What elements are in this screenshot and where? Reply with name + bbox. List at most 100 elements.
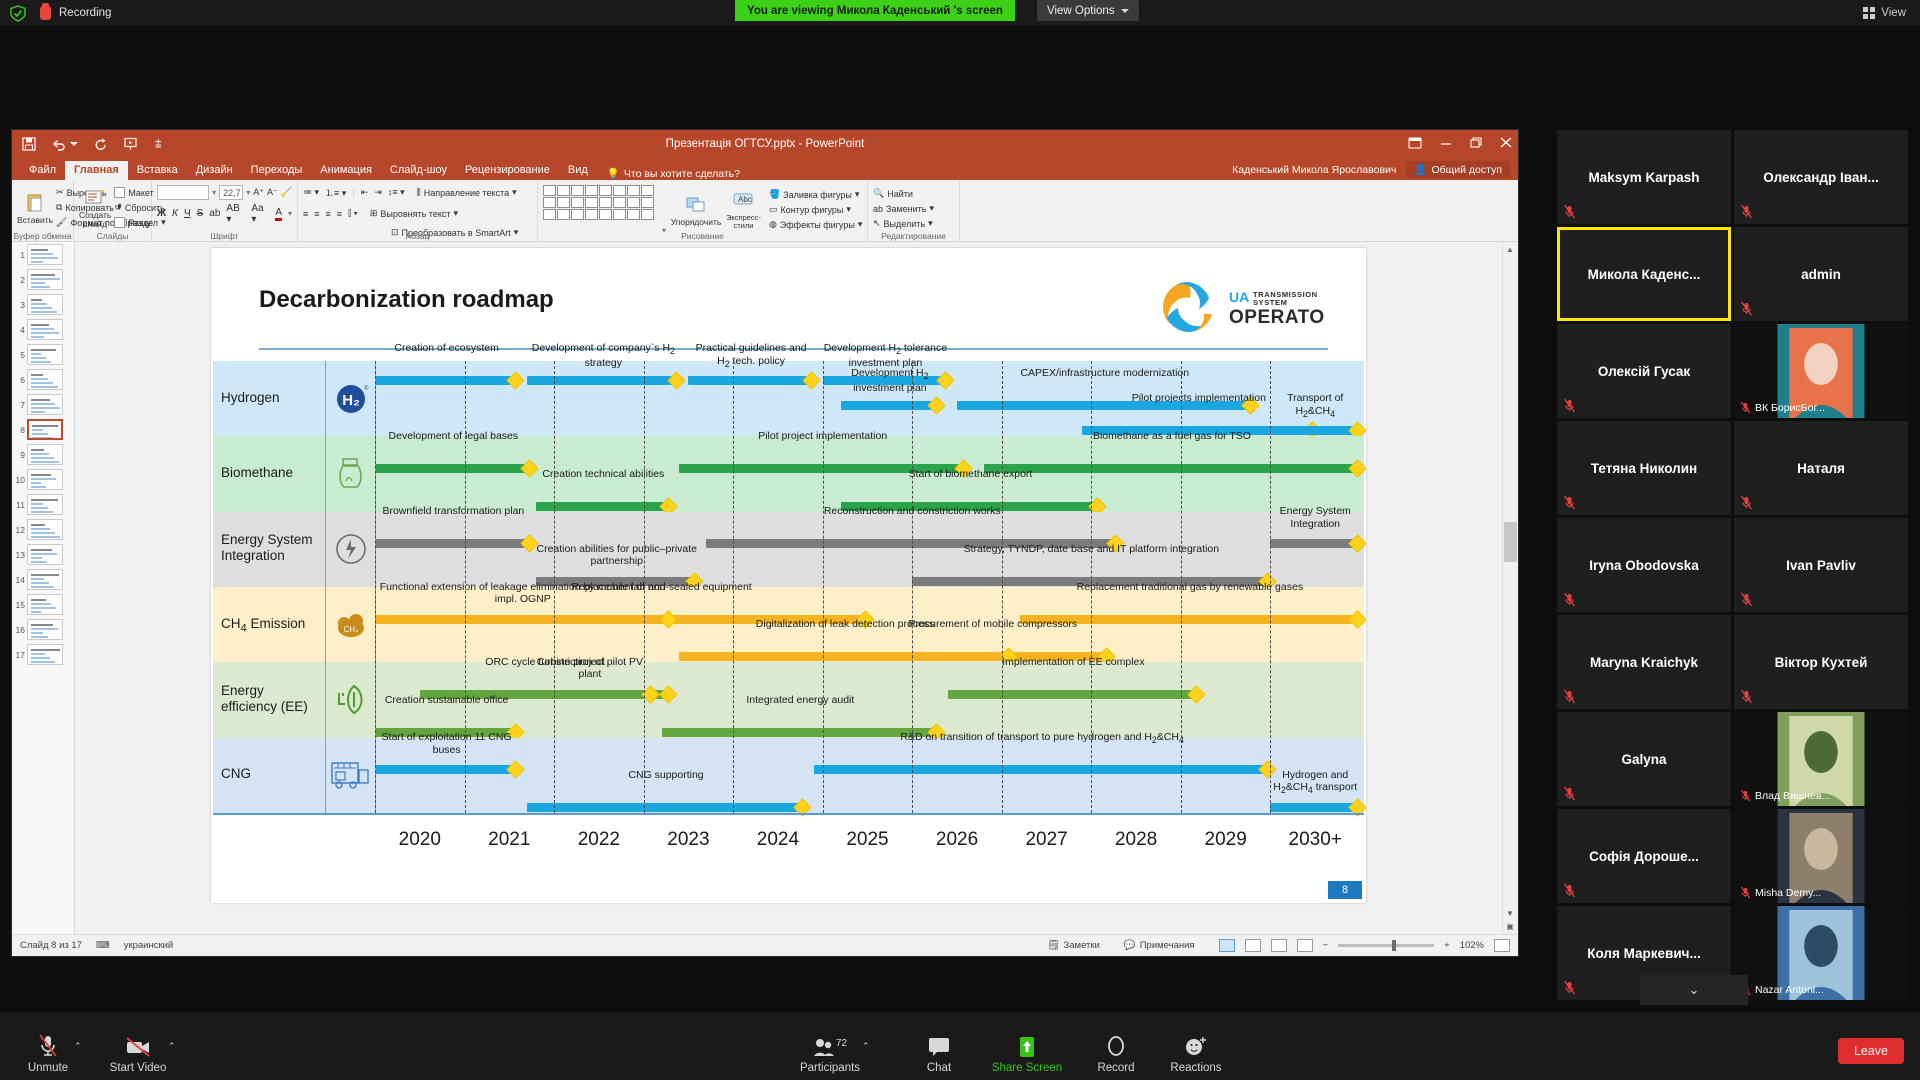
slide-thumbnail[interactable]: 6 bbox=[12, 367, 74, 392]
thumbnail-preview[interactable] bbox=[27, 594, 63, 615]
slide-thumbnail[interactable]: 3 bbox=[12, 292, 74, 317]
participant-tile[interactable]: Тетяна Николин bbox=[1557, 421, 1731, 515]
tab-slideshow[interactable]: Слайд-шоу bbox=[381, 161, 456, 180]
slide-thumbnail-pane[interactable]: 1234567891011121314151617 bbox=[12, 242, 75, 934]
undo-dropdown-icon[interactable] bbox=[70, 142, 78, 146]
tell-me-box[interactable]: 💡 Что вы хотите сделать? bbox=[607, 167, 740, 180]
thumbnail-preview[interactable] bbox=[27, 469, 63, 490]
thumbnail-preview[interactable] bbox=[27, 319, 63, 340]
tab-design[interactable]: Дизайн bbox=[187, 161, 242, 180]
decrease-indent-icon[interactable]: ⇤ bbox=[361, 187, 369, 198]
thumbnail-preview[interactable] bbox=[27, 344, 63, 365]
zoom-slider[interactable] bbox=[1338, 944, 1434, 947]
share-screen-button[interactable]: Share Screen bbox=[987, 1033, 1067, 1074]
record-button[interactable]: Record bbox=[1076, 1033, 1156, 1074]
slide-thumbnail[interactable]: 10 bbox=[12, 467, 74, 492]
font-color-icon[interactable]: A bbox=[275, 207, 282, 221]
video-options-chevron-icon[interactable]: ⌃ bbox=[168, 1041, 176, 1052]
language-label[interactable]: украинский bbox=[124, 940, 174, 951]
participant-tile[interactable]: Наталя bbox=[1734, 421, 1908, 515]
character-spacing-icon[interactable]: AB ▾ bbox=[226, 203, 245, 225]
scroll-up-icon[interactable]: ▲ bbox=[1504, 245, 1516, 254]
thumbnail-preview[interactable] bbox=[27, 644, 63, 665]
slideshow-view-button[interactable] bbox=[1297, 939, 1313, 952]
slide-thumbnail[interactable]: 4 bbox=[12, 317, 74, 342]
justify-icon[interactable]: ≡ bbox=[337, 209, 342, 219]
align-right-icon[interactable]: ≡ bbox=[326, 209, 331, 219]
zoom-out-button[interactable]: − bbox=[1323, 940, 1329, 951]
slide-thumbnail[interactable]: 5 bbox=[12, 342, 74, 367]
tab-review[interactable]: Рецензирование bbox=[456, 161, 559, 180]
reactions-button[interactable]: Reactions bbox=[1156, 1033, 1236, 1074]
slide-thumbnail[interactable]: 17 bbox=[12, 642, 74, 667]
thumbnail-preview[interactable] bbox=[27, 244, 63, 265]
participant-tile[interactable]: Maksym Karpash bbox=[1557, 130, 1731, 224]
slide-thumbnail[interactable]: 16 bbox=[12, 617, 74, 642]
align-left-icon[interactable]: ≡ bbox=[303, 209, 308, 219]
quick-styles-button[interactable]: Abc Экспресс-стили bbox=[726, 185, 761, 235]
undo-icon[interactable] bbox=[52, 138, 78, 151]
align-center-icon[interactable]: ≡ bbox=[314, 209, 319, 219]
start-slideshow-icon[interactable] bbox=[124, 137, 139, 151]
close-icon[interactable] bbox=[1500, 137, 1512, 151]
comments-button[interactable]: 💬 Примечания bbox=[1124, 940, 1195, 951]
security-shield-icon[interactable] bbox=[10, 5, 26, 22]
increase-indent-icon[interactable]: ⇥ bbox=[374, 187, 382, 198]
font-size-input[interactable]: 22,7 bbox=[219, 185, 243, 200]
participant-tile[interactable]: Galyna bbox=[1557, 712, 1731, 806]
thumbnail-preview[interactable] bbox=[27, 569, 63, 590]
arrange-button[interactable]: Упорядочить bbox=[674, 185, 718, 235]
numbering-icon[interactable]: ⒈≡ ▾ bbox=[325, 186, 346, 199]
line-spacing-icon[interactable]: ↕≡ ▾ bbox=[388, 187, 405, 198]
slide-thumbnail[interactable]: 1 bbox=[12, 242, 74, 267]
tab-transitions[interactable]: Переходы bbox=[242, 161, 312, 180]
participant-tile[interactable]: Олексій Гусак bbox=[1557, 324, 1731, 418]
bold-button[interactable]: Ж bbox=[157, 208, 166, 219]
participant-tile[interactable]: Maryna Kraichyk bbox=[1557, 615, 1731, 709]
customize-qat-icon[interactable]: ⩲ bbox=[155, 138, 161, 151]
thumbnail-preview[interactable] bbox=[27, 269, 63, 290]
participant-tile[interactable]: Ivan Pavliv bbox=[1734, 518, 1908, 612]
font-name-input[interactable] bbox=[157, 185, 209, 200]
participant-tile[interactable]: Iryna Obodovska bbox=[1557, 518, 1731, 612]
thumbnail-preview[interactable] bbox=[27, 394, 63, 415]
participants-chevron-icon[interactable]: ⌃ bbox=[862, 1041, 870, 1052]
slide-thumbnail[interactable]: 15 bbox=[12, 592, 74, 617]
participant-video-strip[interactable]: Maksym KarpashОлександр Іван...Микола Ка… bbox=[1557, 130, 1908, 1012]
italic-button[interactable]: К bbox=[172, 208, 178, 219]
tab-animations[interactable]: Анимация bbox=[311, 161, 381, 180]
thumbnail-preview[interactable] bbox=[27, 294, 63, 315]
save-icon[interactable] bbox=[22, 137, 36, 151]
shape-fill-button[interactable]: 🪣 Заливка фигуры ▾ bbox=[769, 189, 859, 200]
find-button[interactable]: 🔍 Найти bbox=[873, 188, 913, 199]
replace-button[interactable]: ab Заменить ▾ bbox=[873, 203, 934, 214]
underline-button[interactable]: Ч bbox=[184, 208, 191, 219]
thumbnail-preview[interactable] bbox=[27, 619, 63, 640]
redo-icon[interactable] bbox=[94, 138, 108, 151]
slide-thumbnail[interactable]: 8 bbox=[12, 417, 74, 442]
minimize-icon[interactable] bbox=[1440, 137, 1452, 151]
shadow-button[interactable]: ab bbox=[209, 208, 220, 219]
thumbnail-preview[interactable] bbox=[27, 419, 63, 440]
slide-thumbnail[interactable]: 13 bbox=[12, 542, 74, 567]
slide-thumbnail[interactable]: 2 bbox=[12, 267, 74, 292]
grow-font-icon[interactable]: A⁺ bbox=[253, 187, 264, 198]
zoom-slider-knob[interactable] bbox=[1392, 940, 1396, 951]
slide-title[interactable]: Decarbonization roadmap bbox=[259, 286, 554, 314]
tab-view[interactable]: Вид bbox=[559, 161, 597, 180]
slide-thumbnail[interactable]: 7 bbox=[12, 392, 74, 417]
change-case-icon[interactable]: Aa ▾ bbox=[251, 203, 269, 225]
shapes-gallery[interactable] bbox=[543, 185, 654, 235]
restore-icon[interactable] bbox=[1470, 137, 1482, 151]
thumbnail-preview[interactable] bbox=[27, 494, 63, 515]
thumbnail-preview[interactable] bbox=[27, 369, 63, 390]
tab-file[interactable]: Файл bbox=[20, 161, 65, 180]
participant-tile[interactable]: Софія Дороше... bbox=[1557, 809, 1731, 903]
participant-tile[interactable]: Олександр Іван... bbox=[1734, 130, 1908, 224]
unmute-button[interactable]: Unmute bbox=[8, 1033, 88, 1074]
participant-strip-next-button[interactable]: ⌄ bbox=[1640, 975, 1748, 1005]
slide-canvas[interactable]: Decarbonization roadmap UA TRANSMISSION bbox=[211, 248, 1366, 903]
slide-thumbnail[interactable]: 11 bbox=[12, 492, 74, 517]
participant-tile[interactable]: Nazar Antoni... bbox=[1734, 906, 1908, 1000]
thumbnail-preview[interactable] bbox=[27, 519, 63, 540]
